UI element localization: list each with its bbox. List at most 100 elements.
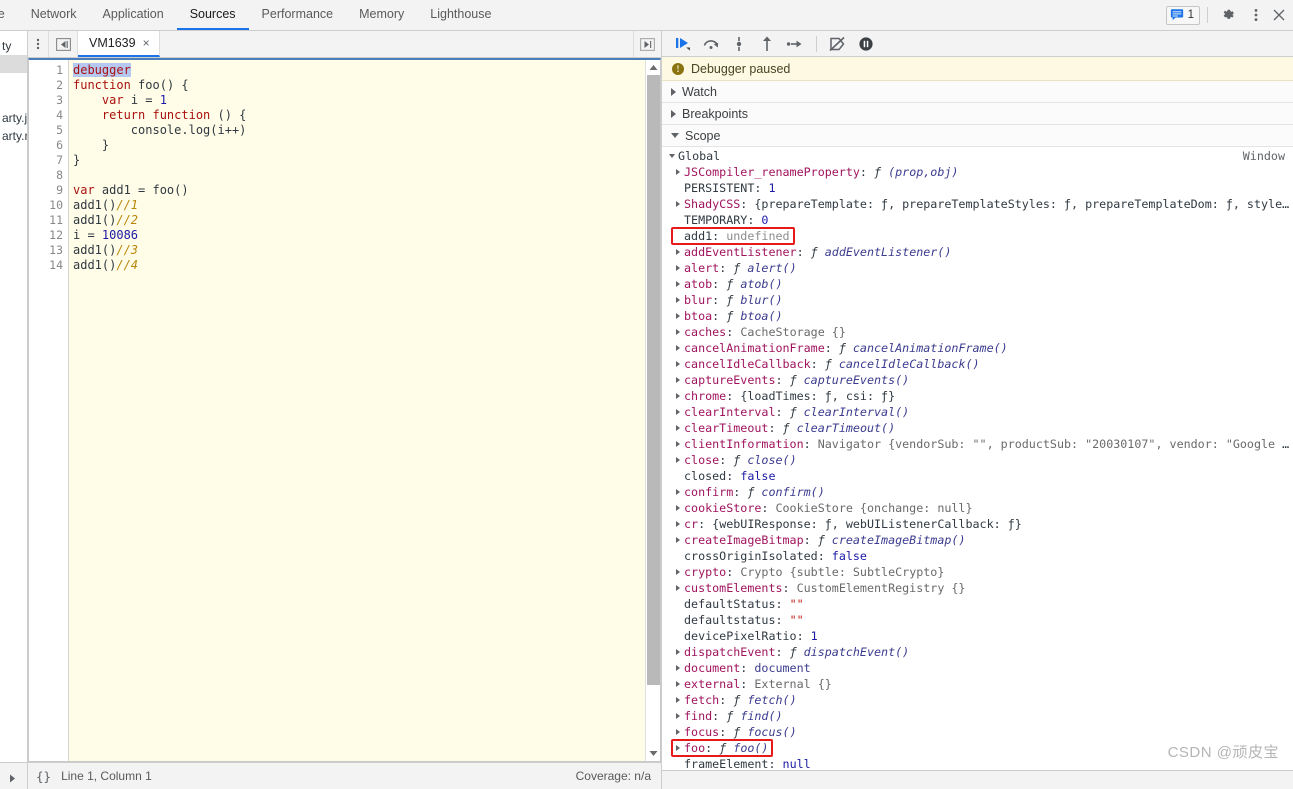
tab-ole[interactable]: ole [0, 0, 18, 30]
navigator-row[interactable] [0, 91, 27, 109]
chevron-right-icon[interactable] [672, 729, 684, 735]
scroll-up-arrow[interactable] [649, 60, 658, 75]
code-editor[interactable]: 1 2 3 4 5 6 7 8 9 10 11 12 13 14 debugger function foo… [28, 58, 661, 762]
scope-property-row[interactable]: customElements: CustomElementRegistry {} [662, 580, 1293, 596]
section-breakpoints[interactable]: Breakpoints [662, 103, 1293, 125]
chevron-right-icon[interactable] [672, 489, 684, 495]
chevron-right-icon[interactable] [672, 281, 684, 287]
chevron-right-icon[interactable] [672, 297, 684, 303]
chevron-right-icon[interactable] [672, 521, 684, 527]
navigator-row[interactable]: arty.j [0, 109, 27, 127]
more-tabs-icon[interactable] [633, 31, 661, 57]
editor-vertical-scrollbar[interactable] [645, 60, 660, 761]
line-number[interactable]: 5 [29, 123, 68, 138]
code-line[interactable]: add1()//4 [73, 258, 645, 273]
code-line[interactable]: add1()//2 [73, 213, 645, 228]
close-icon[interactable] [1271, 3, 1287, 27]
scope-property-row[interactable]: cancelIdleCallback: ƒ cancelIdleCallback… [662, 356, 1293, 372]
scope-tree[interactable]: Global Window JSCompiler_renameProperty:… [662, 147, 1293, 770]
scope-property-row[interactable]: chrome: {loadTimes: ƒ, csi: ƒ} [662, 388, 1293, 404]
navigator-row[interactable] [0, 55, 27, 73]
gear-icon[interactable] [1215, 3, 1241, 27]
chevron-right-icon[interactable] [672, 665, 684, 671]
scroll-down-arrow[interactable] [649, 746, 658, 761]
scope-property-row[interactable]: external: External {} [662, 676, 1293, 692]
chevron-right-icon[interactable] [672, 457, 684, 463]
scope-property-row[interactable]: devicePixelRatio: 1 [662, 628, 1293, 644]
scope-property-row[interactable]: btoa: ƒ btoa() [662, 308, 1293, 324]
line-number[interactable]: 4 [29, 108, 68, 123]
code-line[interactable]: var add1 = foo() [73, 183, 645, 198]
show-navigator-icon[interactable] [48, 31, 78, 57]
scope-property-row[interactable]: crossOriginIsolated: false [662, 548, 1293, 564]
scope-property-row[interactable]: cookieStore: CookieStore {onchange: null… [662, 500, 1293, 516]
line-number[interactable]: 6 [29, 138, 68, 153]
scope-property-row[interactable]: defaultStatus: "" [662, 596, 1293, 612]
tab-sources[interactable]: Sources [176, 0, 249, 30]
scope-property-row[interactable]: close: ƒ close() [662, 452, 1293, 468]
scope-property-row[interactable]: createImageBitmap: ƒ createImageBitmap() [662, 532, 1293, 548]
line-number[interactable]: 13 [29, 243, 68, 258]
code-line[interactable]: var i = 1 [73, 93, 645, 108]
chevron-right-icon[interactable] [672, 265, 684, 271]
code-content[interactable]: debugger function foo() { var i = 1 retur… [69, 60, 645, 761]
code-line[interactable]: } [73, 138, 645, 153]
pause-on-exceptions-button[interactable] [853, 32, 879, 56]
scope-property-row[interactable]: clearTimeout: ƒ clearTimeout() [662, 420, 1293, 436]
navigator-sidebar[interactable]: ty arty.jarty.n [0, 31, 28, 789]
kebab-menu-icon[interactable] [1243, 3, 1269, 27]
scope-property-row[interactable]: find: ƒ find() [662, 708, 1293, 724]
step-out-button[interactable] [754, 32, 780, 56]
chevron-right-icon[interactable] [672, 249, 684, 255]
code-line[interactable]: function foo() { [73, 78, 645, 93]
tab-lighthouse[interactable]: Lighthouse [417, 0, 504, 30]
scope-property-row[interactable]: clearInterval: ƒ clearInterval() [662, 404, 1293, 420]
chevron-right-icon[interactable] [672, 537, 684, 543]
tab-network[interactable]: Network [18, 0, 90, 30]
scope-property-row[interactable]: captureEvents: ƒ captureEvents() [662, 372, 1293, 388]
scope-property-row[interactable]: caches: CacheStorage {} [662, 324, 1293, 340]
scrollbar-thumb[interactable] [646, 75, 660, 685]
chevron-right-icon[interactable] [672, 201, 684, 207]
chevron-right-icon[interactable] [672, 745, 684, 751]
expand-navigator-icon[interactable] [9, 772, 16, 786]
scope-property-row[interactable]: addEventListener: ƒ addEventListener() [662, 244, 1293, 260]
line-number[interactable]: 9 [29, 183, 68, 198]
scope-property-row[interactable]: closed: false [662, 468, 1293, 484]
navigator-row[interactable]: ty [0, 37, 27, 55]
chevron-right-icon[interactable] [672, 377, 684, 383]
chevron-right-icon[interactable] [672, 409, 684, 415]
chevron-right-icon[interactable] [672, 569, 684, 575]
code-line[interactable]: console.log(i++) [73, 123, 645, 138]
line-number[interactable]: 14 [29, 258, 68, 273]
scope-property-row[interactable]: add1: undefined [662, 228, 1293, 244]
code-line[interactable]: i = 10086 [73, 228, 645, 243]
code-line[interactable]: add1()//3 [73, 243, 645, 258]
scope-global-row[interactable]: Global Window [662, 148, 1293, 164]
navigator-row[interactable]: arty.n [0, 127, 27, 145]
scope-property-row[interactable]: TEMPORARY: 0 [662, 212, 1293, 228]
chevron-right-icon[interactable] [672, 697, 684, 703]
tab-memory[interactable]: Memory [346, 0, 417, 30]
navigator-row[interactable] [0, 73, 27, 91]
code-line[interactable]: add1()//1 [73, 198, 645, 213]
scope-property-row[interactable]: PERSISTENT: 1 [662, 180, 1293, 196]
scope-property-row[interactable]: focus: ƒ focus() [662, 724, 1293, 740]
scope-property-row[interactable]: clientInformation: Navigator {vendorSub:… [662, 436, 1293, 452]
code-line[interactable]: return function () { [73, 108, 645, 123]
scope-property-row[interactable]: blur: ƒ blur() [662, 292, 1293, 308]
scope-property-row[interactable]: JSCompiler_renameProperty: ƒ (prop,obj) [662, 164, 1293, 180]
chevron-right-icon[interactable] [672, 713, 684, 719]
line-number[interactable]: 8 [29, 168, 68, 183]
scope-property-row[interactable]: fetch: ƒ fetch() [662, 692, 1293, 708]
chevron-right-icon[interactable] [672, 329, 684, 335]
chevron-right-icon[interactable] [672, 585, 684, 591]
scope-property-row[interactable]: ShadyCSS: {prepareTemplate: ƒ, prepareTe… [662, 196, 1293, 212]
code-line[interactable] [73, 168, 645, 183]
line-number[interactable]: 11 [29, 213, 68, 228]
scope-property-row[interactable]: cancelAnimationFrame: ƒ cancelAnimationF… [662, 340, 1293, 356]
step-button[interactable] [782, 32, 808, 56]
line-number[interactable]: 1 [29, 63, 68, 78]
scope-property-row[interactable]: document: document [662, 660, 1293, 676]
chevron-right-icon[interactable] [672, 681, 684, 687]
